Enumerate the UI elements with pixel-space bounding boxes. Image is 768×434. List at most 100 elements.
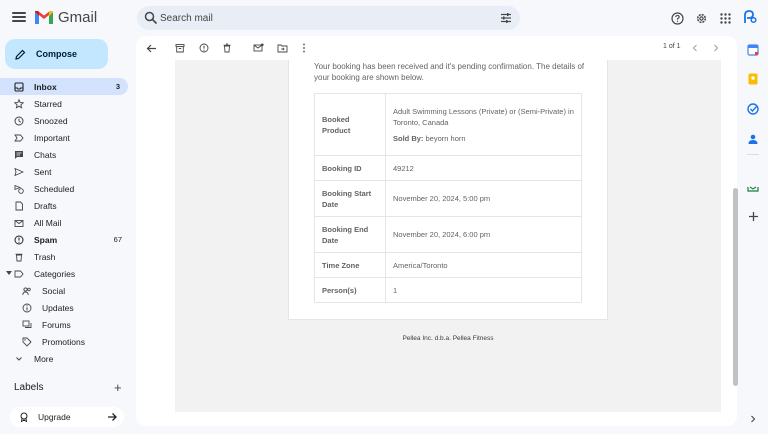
sidebar-item-spam[interactable]: Spam 67 xyxy=(0,231,130,248)
booking-start-value: November 20, 2024, 5:00 pm xyxy=(385,180,582,217)
sidebar-item-label: All Mail xyxy=(34,217,62,228)
tag-icon xyxy=(22,337,32,347)
mark-unread-icon[interactable] xyxy=(252,42,264,54)
archive-icon[interactable] xyxy=(174,42,186,54)
info-icon xyxy=(22,303,32,313)
clock-icon xyxy=(14,116,24,126)
sidebar-item-label: Categories xyxy=(34,268,76,279)
chevron-down-icon xyxy=(14,354,24,364)
sidebar-item-label: More xyxy=(34,353,54,364)
persons-key: Person(s) xyxy=(314,277,386,303)
move-to-icon[interactable] xyxy=(276,42,288,54)
contacts-icon[interactable] xyxy=(747,133,759,145)
pager-text: 1 of 1 xyxy=(663,43,681,50)
back-arrow-icon[interactable] xyxy=(145,42,157,54)
sidebar-item-scheduled[interactable]: Scheduled xyxy=(0,180,130,197)
table-row: Booked Product Adult Swimming Lessons (P… xyxy=(314,93,582,156)
inbox-icon xyxy=(14,81,24,92)
hamburger-icon[interactable] xyxy=(12,10,26,24)
compose-label: Compose xyxy=(36,49,78,59)
sidebar-item-label: Spam xyxy=(34,234,58,245)
report-spam-icon[interactable] xyxy=(198,42,210,54)
star-icon xyxy=(14,98,24,109)
add-label-icon[interactable]: + xyxy=(114,380,122,395)
top-bar: Gmail xyxy=(0,0,768,36)
sidebar-item-starred[interactable]: Starred xyxy=(0,95,130,112)
chevron-right-icon[interactable] xyxy=(710,42,722,54)
sidebar-item-sent[interactable]: Sent xyxy=(0,163,130,180)
sidebar-item-chats[interactable]: Chats xyxy=(0,146,130,163)
search-bar[interactable] xyxy=(137,6,520,30)
sidebar-item-important[interactable]: Important xyxy=(0,129,130,146)
label-icon xyxy=(14,269,24,279)
sidebar-item-trash[interactable]: Trash xyxy=(0,248,130,265)
delete-icon[interactable] xyxy=(221,42,233,54)
sidebar-item-inbox[interactable]: Inbox 3 xyxy=(0,78,128,95)
sidebar-item-snoozed[interactable]: Snoozed xyxy=(0,112,130,129)
search-icon[interactable] xyxy=(144,11,158,25)
sidebar-item-label: Starred xyxy=(34,98,62,109)
tasks-icon[interactable] xyxy=(747,103,759,115)
sidebar-item-label: Trash xyxy=(34,251,56,262)
upgrade-shield-icon xyxy=(20,412,28,422)
forum-icon xyxy=(22,320,32,330)
sidebar-item-categories[interactable]: Categories xyxy=(0,265,130,282)
caret-down-icon xyxy=(6,271,12,275)
arrow-right-icon xyxy=(108,413,117,421)
compose-button[interactable]: Compose xyxy=(5,39,108,69)
people-icon xyxy=(22,286,32,296)
apps-icon[interactable] xyxy=(718,11,732,25)
scheduled-send-icon xyxy=(14,184,24,194)
scrollbar-thumb[interactable] xyxy=(733,188,738,386)
table-row: Booking ID 49212 xyxy=(314,155,582,181)
sidebar-item-all-mail[interactable]: All Mail xyxy=(0,214,130,231)
chevron-left-icon[interactable] xyxy=(689,42,701,54)
sidebar-item-more[interactable]: More xyxy=(0,350,130,367)
sidebar-item-updates[interactable]: Updates xyxy=(0,299,130,316)
product-name: Adult Swimming Lessons (Private) or (Sem… xyxy=(393,106,574,127)
send-icon xyxy=(14,167,24,177)
sold-by-value: beyorn horn xyxy=(425,133,466,143)
intro-line-2: your booking are shown below. xyxy=(314,73,424,82)
trash-icon xyxy=(14,252,24,262)
sidebar-item-label: Social xyxy=(42,285,66,296)
inbox-count: 3 xyxy=(115,82,120,91)
booking-end-key: Booking End Date xyxy=(314,216,386,253)
table-row: Booking End Date November 20, 2024, 6:00… xyxy=(314,216,582,253)
tune-icon[interactable] xyxy=(500,12,512,24)
sidebar-item-social[interactable]: Social xyxy=(0,282,130,299)
sold-by: Sold By: beyorn horn xyxy=(393,133,574,144)
help-icon[interactable] xyxy=(670,11,684,25)
expand-panel-icon[interactable] xyxy=(747,413,759,425)
addon-icon[interactable] xyxy=(747,181,759,193)
message-toolbar: 1 of 1 xyxy=(136,36,737,60)
sidebar-item-label: Updates xyxy=(42,302,74,313)
keep-icon[interactable] xyxy=(747,73,759,85)
sidebar-item-promotions[interactable]: Promotions xyxy=(0,333,130,350)
spam-icon xyxy=(14,235,24,245)
upgrade-label: Upgrade xyxy=(38,412,71,422)
spam-count: 67 xyxy=(113,235,122,244)
booking-start-key: Booking Start Date xyxy=(314,180,386,217)
gear-icon[interactable] xyxy=(694,11,708,25)
booked-product-value: Adult Swimming Lessons (Private) or (Sem… xyxy=(385,93,582,156)
app-name: Gmail xyxy=(58,9,98,26)
sidebar-item-label: Promotions xyxy=(42,336,85,347)
upgrade-button[interactable]: Upgrade xyxy=(10,407,124,427)
rail-divider xyxy=(747,154,759,155)
get-addons-icon[interactable] xyxy=(747,210,759,222)
search-input[interactable] xyxy=(160,6,490,30)
sidebar-item-forums[interactable]: Forums xyxy=(0,316,130,333)
email-body: Your booking has been received and it's … xyxy=(175,60,721,412)
account-avatar-icon[interactable] xyxy=(742,9,758,25)
sold-by-key: Sold By: xyxy=(393,133,424,143)
table-row: Person(s) 1 xyxy=(314,277,582,303)
sidebar-item-label: Sent xyxy=(34,166,52,177)
booked-product-key: Booked Product xyxy=(314,93,386,156)
gmail-logo[interactable]: Gmail xyxy=(34,9,97,26)
sidebar-item-drafts[interactable]: Drafts xyxy=(0,197,130,214)
calendar-icon[interactable] xyxy=(747,44,759,56)
time-zone-key: Time Zone xyxy=(314,252,386,278)
more-vert-icon[interactable] xyxy=(298,42,310,54)
gmail-m-icon xyxy=(35,11,53,24)
